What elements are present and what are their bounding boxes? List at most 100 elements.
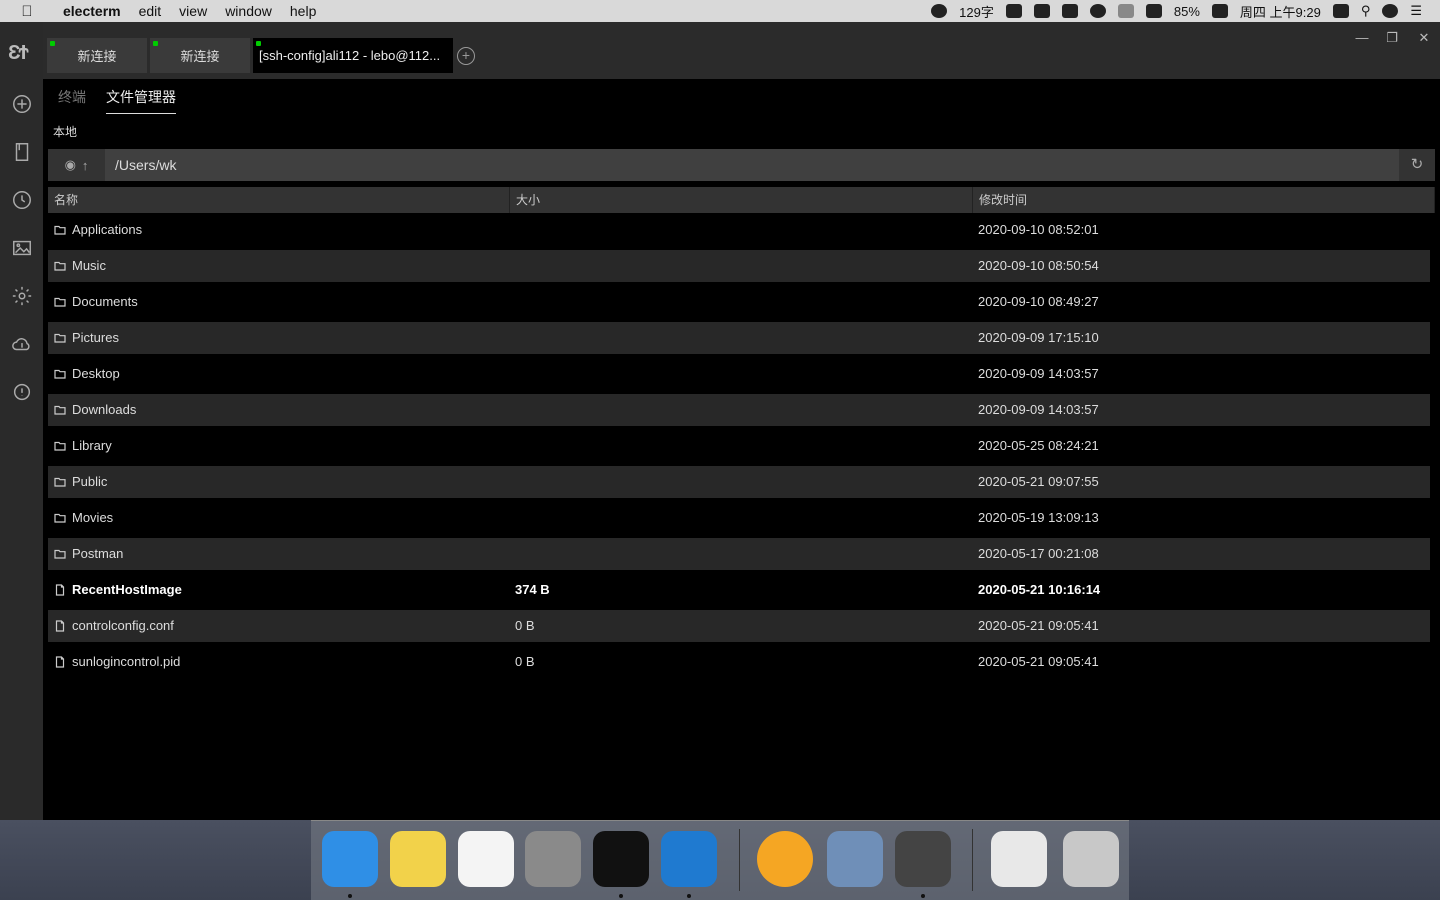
apple-menu-icon[interactable]:  [0, 3, 54, 20]
file-row[interactable]: Library 2020-05-25 08:24:21 [48, 430, 1430, 462]
file-mtime: 2020-09-10 08:49:27 [978, 294, 1099, 309]
folder-icon [54, 260, 66, 272]
dock-running-indicator [619, 894, 623, 898]
column-size-header[interactable]: 大小 [510, 187, 973, 213]
dock-running-indicator [687, 894, 691, 898]
file-name-cell: Postman [48, 538, 510, 570]
status-app-icon[interactable] [1332, 4, 1349, 18]
refresh-icon[interactable]: ↻ [1399, 149, 1435, 181]
file-row[interactable]: controlconfig.conf 0 B 2020-05-21 09:05:41 [48, 610, 1430, 642]
tab-new-connection-1[interactable]: 新连接 [47, 38, 147, 73]
clock[interactable]: 周四 上午9:29 [1240, 2, 1321, 21]
siri-icon[interactable] [1382, 4, 1399, 18]
tab-new-connection-2[interactable]: 新连接 [150, 38, 250, 73]
system-preferences-icon[interactable] [525, 831, 581, 887]
cloud-sync-icon[interactable] [10, 332, 34, 356]
path-controls: ◉ ↑ [48, 149, 105, 181]
status-app-icon[interactable] [1033, 4, 1050, 18]
reminders-icon[interactable] [458, 831, 514, 887]
status-app-icon[interactable] [931, 4, 948, 18]
spotlight-search-icon[interactable]: ⚲ [1361, 3, 1371, 19]
menu-help[interactable]: help [281, 3, 325, 19]
minimize-icon[interactable]: — [1352, 30, 1372, 45]
file-row[interactable]: Pictures 2020-09-09 17:15:10 [48, 322, 1430, 354]
tab-label: 新连接 [180, 49, 220, 64]
file-name: Desktop [72, 366, 120, 381]
bookmark-icon[interactable] [10, 140, 34, 164]
char-count-status[interactable]: 129字 [959, 2, 994, 21]
file-size [510, 394, 973, 426]
terminal-icon[interactable] [593, 831, 649, 887]
dock [311, 820, 1129, 900]
folder-icon [54, 404, 66, 416]
battery-percent[interactable]: 85% [1174, 4, 1200, 19]
image-icon[interactable] [10, 236, 34, 260]
file-name: RecentHostImage [72, 582, 182, 597]
menu-edit[interactable]: edit [130, 3, 171, 19]
status-app-icon[interactable] [1005, 4, 1022, 18]
file-icon [54, 656, 66, 668]
status-app-icon[interactable] [1061, 4, 1078, 18]
edge-icon[interactable] [661, 831, 717, 887]
file-row[interactable]: Downloads 2020-09-09 14:03:57 [48, 394, 1430, 426]
add-tab-icon[interactable]: + [457, 47, 475, 65]
column-mtime-header[interactable]: 修改时间 [973, 187, 1435, 213]
folder-icon [54, 368, 66, 380]
wifi-icon[interactable] [1117, 4, 1134, 18]
maximize-icon[interactable]: ❐ [1382, 30, 1402, 46]
file-size [510, 466, 973, 498]
settings-gear-icon[interactable] [10, 284, 34, 308]
file-name-cell: controlconfig.conf [48, 610, 510, 642]
control-center-icon[interactable]: ☰ [1410, 3, 1422, 19]
app-icon[interactable] [757, 831, 813, 887]
file-mtime: 2020-05-25 08:24:21 [978, 438, 1099, 453]
menu-window[interactable]: window [216, 3, 281, 19]
file-name: Downloads [72, 402, 137, 417]
show-hidden-eye-icon[interactable]: ◉ [65, 157, 76, 173]
electerm-icon[interactable] [895, 831, 951, 887]
file-mtime: 2020-05-17 00:21:08 [978, 546, 1099, 561]
file-name-cell: RecentHostImage [48, 574, 510, 606]
electerm-logo-icon: ƐϮ [8, 42, 29, 64]
status-app-icon[interactable] [1089, 4, 1106, 18]
trash-icon[interactable] [1063, 831, 1119, 887]
file-name-cell: Movies [48, 502, 510, 534]
archive-icon[interactable] [991, 831, 1047, 887]
finder-icon[interactable] [322, 831, 378, 887]
file-name-cell: Pictures [48, 322, 510, 354]
file-row[interactable]: Movies 2020-05-19 13:09:13 [48, 502, 1430, 534]
file-row[interactable]: Music 2020-09-10 08:50:54 [48, 250, 1430, 282]
close-icon[interactable]: ✕ [1414, 30, 1434, 46]
session-subtabs: 终端 文件管理器 [58, 87, 176, 114]
info-icon[interactable] [10, 380, 34, 404]
file-row[interactable]: Public 2020-05-21 09:07:55 [48, 466, 1430, 498]
airplay-icon[interactable] [1145, 4, 1162, 18]
file-name: Music [72, 258, 106, 273]
go-parent-up-icon[interactable]: ↑ [82, 158, 89, 173]
menu-app-name[interactable]: electerm [54, 3, 130, 19]
file-row[interactable]: Desktop 2020-09-09 14:03:57 [48, 358, 1430, 390]
file-row[interactable]: RecentHostImage 374 B 2020-05-21 10:16:14 [48, 574, 1430, 606]
preview-icon[interactable] [827, 831, 883, 887]
dock-separator [972, 829, 973, 891]
column-name-header[interactable]: 名称 [48, 187, 510, 213]
file-mtime: 2020-09-09 14:03:57 [978, 366, 1099, 381]
file-row[interactable]: sunlogincontrol.pid 0 B 2020-05-21 09:05:4… [48, 646, 1430, 678]
tab-ssh-session[interactable]: [ssh-config]ali112 - lebo@112... [253, 38, 453, 73]
file-row[interactable]: Applications 2020-09-10 08:52:01 [48, 214, 1430, 246]
battery-icon[interactable] [1211, 4, 1228, 18]
file-name-cell: Downloads [48, 394, 510, 426]
menu-view[interactable]: view [170, 3, 216, 19]
path-input[interactable]: /Users/wk [105, 149, 1399, 181]
subtab-terminal[interactable]: 终端 [58, 87, 86, 114]
subtab-file-manager[interactable]: 文件管理器 [106, 87, 176, 114]
notes-icon[interactable] [390, 831, 446, 887]
history-icon[interactable] [10, 188, 34, 212]
file-name: Pictures [72, 330, 119, 345]
file-row[interactable]: Postman 2020-05-17 00:21:08 [48, 538, 1430, 570]
file-name-cell: Public [48, 466, 510, 498]
file-table-header: 名称 大小 修改时间 [48, 187, 1435, 213]
new-connection-icon[interactable] [10, 92, 34, 116]
file-row[interactable]: Documents 2020-09-10 08:49:27 [48, 286, 1430, 318]
file-size [510, 286, 973, 318]
